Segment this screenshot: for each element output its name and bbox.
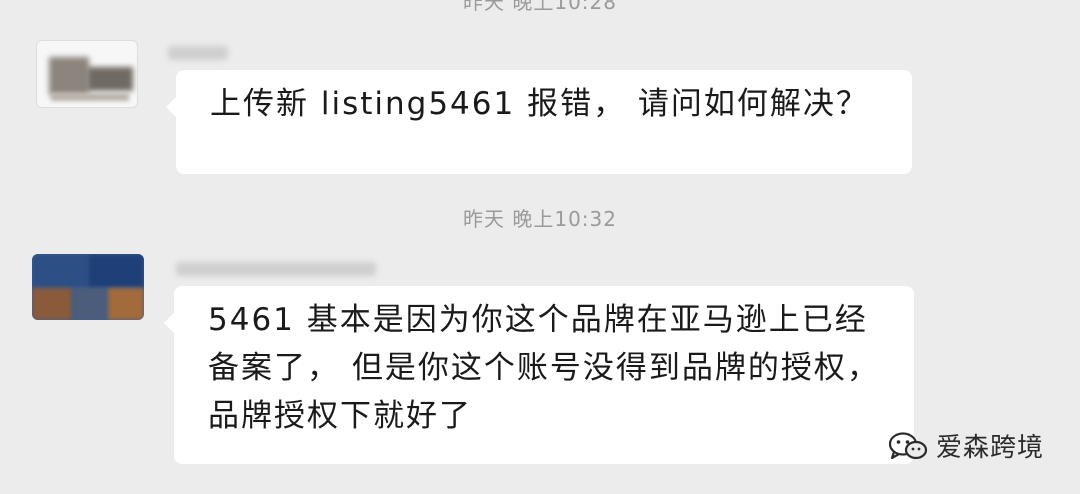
nickname-blurred bbox=[176, 262, 376, 276]
timestamp-top: 昨天 晚上10:28 bbox=[463, 0, 617, 14]
message-bubble[interactable]: 5461 基本是因为你这个品牌在亚马逊上已经备案了， 但是你这个账号没得到品牌的… bbox=[164, 286, 914, 464]
wechat-icon bbox=[888, 431, 928, 459]
nickname-blurred bbox=[168, 46, 228, 60]
avatar[interactable] bbox=[36, 40, 138, 108]
watermark-text: 爱森跨境 bbox=[935, 433, 1044, 463]
avatar[interactable] bbox=[32, 254, 144, 320]
watermark: 爱森跨境 bbox=[888, 427, 1044, 464]
message-bubble[interactable]: 上传新 listing5461 报错， 请问如何解决？ bbox=[166, 70, 912, 174]
timestamp-mid: 昨天 晚上10:32 bbox=[463, 207, 617, 231]
